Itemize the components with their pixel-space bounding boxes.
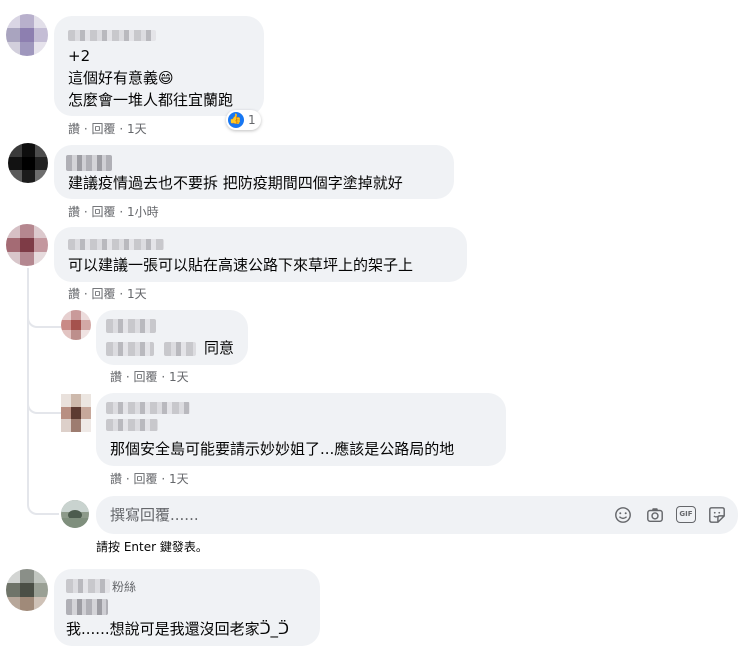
- emoji-icon[interactable]: [614, 506, 632, 524]
- like-link[interactable]: 讚: [68, 205, 80, 219]
- timestamp-link[interactable]: 1天: [127, 122, 147, 136]
- avatar[interactable]: [6, 569, 48, 611]
- timestamp-link[interactable]: 1小時: [127, 205, 159, 219]
- commenter-name[interactable]: [68, 30, 156, 41]
- separator: ·: [125, 370, 130, 384]
- avatar[interactable]: [61, 394, 91, 432]
- avatar[interactable]: [8, 143, 48, 183]
- commenter-name[interactable]: [106, 319, 156, 333]
- separator: ·: [119, 205, 124, 219]
- gif-icon[interactable]: GIF: [676, 506, 696, 523]
- comment-actions: 讚 · 回覆 · 1天: [68, 286, 147, 302]
- thread-branch: [27, 308, 61, 328]
- comment-actions: 讚 · 回覆 · 1小時: [68, 204, 159, 220]
- thread-line: [27, 268, 29, 504]
- comment-bubble: 可以建議一張可以貼在高速公路下來草坪上的架子上: [54, 227, 467, 282]
- thread-branch: [27, 493, 59, 515]
- like-link[interactable]: 讚: [110, 370, 122, 384]
- reply-bubble: 同意: [96, 310, 248, 365]
- commenter-name[interactable]: [66, 155, 112, 171]
- avatar[interactable]: [6, 224, 48, 266]
- reply-link[interactable]: 回覆: [134, 472, 158, 486]
- separator: ·: [83, 287, 88, 301]
- like-link[interactable]: 讚: [68, 122, 80, 136]
- reply-link[interactable]: 回覆: [92, 122, 116, 136]
- reply-actions: 讚 · 回覆 · 1天: [110, 369, 189, 385]
- commenter-name-blur: [164, 342, 196, 356]
- timestamp-link[interactable]: 1天: [169, 370, 189, 384]
- commenter-name[interactable]: [106, 402, 190, 414]
- reply-text: 同意: [204, 339, 235, 357]
- separator: ·: [125, 472, 130, 486]
- comment-bubble: 建議疫情過去也不要拆 把防疫期間四個字塗掉就好: [54, 145, 454, 199]
- comment-text-line: 怎麼會一堆人都往宜蘭跑: [68, 91, 234, 109]
- sticker-icon[interactable]: [708, 506, 726, 524]
- reply-link[interactable]: 回覆: [92, 287, 116, 301]
- commenter-name[interactable]: [68, 239, 164, 250]
- reply-link[interactable]: 回覆: [92, 205, 116, 219]
- avatar[interactable]: [61, 310, 91, 340]
- reaction-count-badge[interactable]: 1: [226, 110, 261, 130]
- camera-icon[interactable]: [646, 506, 664, 524]
- commenter-name-blur: [106, 419, 158, 431]
- enter-to-post-hint: 請按 Enter 鍵發表。: [96, 540, 208, 554]
- timestamp-link[interactable]: 1天: [169, 472, 189, 486]
- fan-badge: 粉絲: [112, 580, 137, 594]
- timestamp-link[interactable]: 1天: [127, 287, 147, 301]
- my-avatar[interactable]: [61, 500, 89, 528]
- comment-actions: 讚 · 回覆 · 1天: [68, 121, 147, 137]
- like-link[interactable]: 讚: [68, 287, 80, 301]
- comment-text-line: 這個好有意義😄: [68, 69, 174, 87]
- commenter-name-blur: [66, 599, 108, 615]
- avatar[interactable]: [6, 14, 48, 56]
- commenter-name-blur: [106, 342, 154, 356]
- comment-text: 可以建議一張可以貼在高速公路下來草坪上的架子上: [68, 256, 414, 274]
- thread-branch: [27, 394, 61, 414]
- separator: ·: [161, 370, 166, 384]
- gif-label: GIF: [679, 510, 693, 518]
- reply-link[interactable]: 回覆: [134, 370, 158, 384]
- comment-bubble: 粉絲 我......想說可是我還沒回老家ᑒ_ᑒ: [54, 569, 320, 646]
- reply-actions: 讚 · 回覆 · 1天: [110, 471, 189, 487]
- separator: ·: [161, 472, 166, 486]
- comment-text: 建議疫情過去也不要拆 把防疫期間四個字塗掉就好: [68, 174, 403, 192]
- commenter-name[interactable]: [66, 579, 110, 593]
- comment-text-line: +2: [68, 47, 91, 65]
- comment-text: 我......想說可是我還沒回老家ᑒ_ᑒ: [66, 620, 290, 638]
- like-link[interactable]: 讚: [110, 472, 122, 486]
- like-reaction-icon: [228, 112, 244, 128]
- reply-bubble: 那個安全島可能要請示妙妙姐了...應該是公路局的地: [96, 393, 506, 466]
- separator: ·: [83, 205, 88, 219]
- reply-input-placeholder: 撰寫回覆......: [110, 506, 199, 524]
- reply-input[interactable]: 撰寫回覆...... GIF: [96, 496, 738, 534]
- separator: ·: [119, 287, 124, 301]
- reaction-count: 1: [248, 113, 256, 127]
- reply-text: 那個安全島可能要請示妙妙姐了...應該是公路局的地: [110, 440, 455, 458]
- comment-bubble: +2 這個好有意義😄 怎麼會一堆人都往宜蘭跑: [54, 16, 264, 116]
- separator: ·: [119, 122, 124, 136]
- separator: ·: [83, 122, 88, 136]
